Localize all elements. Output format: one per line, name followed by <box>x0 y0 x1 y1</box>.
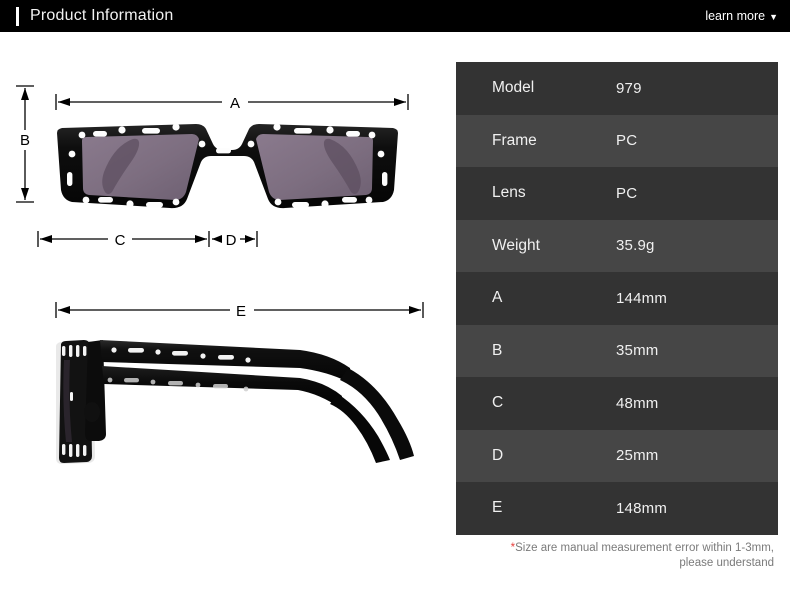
spec-label: B <box>492 341 503 359</box>
spec-label: Lens <box>492 184 526 202</box>
spec-label: Weight <box>492 236 540 254</box>
dimension-label-b: B <box>20 132 30 149</box>
dimension-label-d: D <box>226 232 237 249</box>
dimension-label-a: A <box>230 95 240 112</box>
table-row: D 25mm <box>456 429 778 482</box>
table-row: Model 979 <box>456 62 778 115</box>
product-illustration-panel: A B C D E <box>0 32 455 596</box>
spec-value: PC <box>616 132 638 150</box>
disclaimer-line-1: Size are manual measurement error within… <box>515 542 774 554</box>
measurement-disclaimer: *Size are manual measurement error withi… <box>456 541 778 571</box>
table-row: C 48mm <box>456 377 778 430</box>
header-accent-bar <box>16 6 19 26</box>
spec-label: E <box>492 499 503 517</box>
spec-value: PC <box>616 184 638 202</box>
chevron-down-icon: ▼ <box>769 11 778 22</box>
spec-value: 25mm <box>616 447 659 465</box>
dimension-label-c: C <box>115 232 126 249</box>
dimension-label-e: E <box>236 303 246 320</box>
table-row: Lens PC <box>456 167 778 220</box>
disclaimer-line-2: please understand <box>679 557 774 569</box>
spec-value: 148mm <box>616 499 668 517</box>
side-view-figure: E <box>0 284 455 514</box>
spec-label: Model <box>492 79 535 97</box>
spec-value: 35mm <box>616 342 659 360</box>
table-row: Frame PC <box>456 114 778 167</box>
spec-value: 979 <box>616 79 642 97</box>
left-lens <box>82 134 199 200</box>
table-row: Weight 35.9g <box>456 219 778 272</box>
learn-more-button[interactable]: learn more ▼ <box>705 9 778 23</box>
spec-label: D <box>492 446 504 464</box>
table-row: B 35mm <box>456 324 778 377</box>
sunglasses-side-graphic <box>56 340 414 464</box>
spec-value: 48mm <box>616 394 659 412</box>
table-row: A 144mm <box>456 272 778 325</box>
specification-table: Model 979 Frame PC Lens PC Weight 35.9g A 144mm B 3… <box>456 62 778 535</box>
table-row: E 148mm <box>456 482 778 535</box>
page-title: Product Information <box>30 7 174 24</box>
product-information-header: Product Information learn more ▼ <box>0 0 790 32</box>
front-view-figure: A B C D <box>0 32 455 282</box>
spec-label: A <box>492 289 503 307</box>
sunglasses-front-graphic <box>57 123 398 209</box>
learn-more-label: learn more <box>705 9 766 23</box>
spec-value: 35.9g <box>616 237 655 255</box>
specification-table-body: Model 979 Frame PC Lens PC Weight 35.9g A 144mm B 3… <box>456 62 778 535</box>
specification-panel: Model 979 Frame PC Lens PC Weight 35.9g A 144mm B 3… <box>456 62 778 535</box>
spec-label: Frame <box>492 131 537 149</box>
spec-value: 144mm <box>616 289 668 307</box>
spec-label: C <box>492 394 504 412</box>
